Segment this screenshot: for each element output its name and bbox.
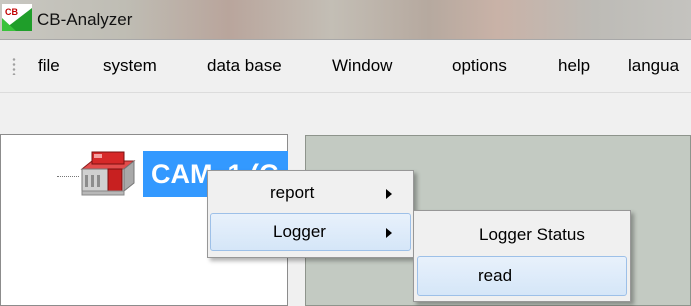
submenu-arrow-icon bbox=[386, 189, 392, 199]
controller-device-icon[interactable] bbox=[78, 149, 138, 197]
menu-data-base[interactable]: data base bbox=[207, 56, 282, 76]
title-bar[interactable]: CB CB-Analyzer bbox=[0, 0, 691, 40]
submenu-item-read[interactable]: read bbox=[417, 256, 627, 296]
context-menu-item-report[interactable]: report bbox=[210, 175, 411, 213]
menu-bar: file system data base Window options hel… bbox=[0, 41, 691, 93]
menu-language[interactable]: langua bbox=[628, 56, 679, 76]
tree-connector-line bbox=[57, 176, 79, 177]
context-menu-item-logger[interactable]: Logger bbox=[210, 213, 411, 251]
submenu-item-logger-status[interactable]: Logger Status bbox=[417, 217, 627, 255]
menu-system[interactable]: system bbox=[103, 56, 157, 76]
menu-file[interactable]: file bbox=[38, 56, 60, 76]
app-icon-text: CB bbox=[5, 7, 18, 17]
cb-analyzer-app-icon: CB bbox=[2, 4, 32, 31]
toolbar-area bbox=[0, 93, 691, 133]
menu-options[interactable]: options bbox=[452, 56, 507, 76]
submenu-arrow-icon bbox=[386, 228, 392, 238]
logger-label: Logger bbox=[273, 222, 326, 241]
logger-status-label: Logger Status bbox=[479, 225, 585, 244]
menubar-grip-handle[interactable] bbox=[12, 57, 16, 75]
menu-window[interactable]: Window bbox=[332, 56, 392, 76]
menu-help[interactable]: help bbox=[558, 56, 590, 76]
cb-analyzer-window: CB CB-Analyzer file system data base Win… bbox=[0, 0, 691, 306]
context-menu: report Logger bbox=[207, 170, 414, 258]
logger-submenu: Logger Status read bbox=[413, 210, 631, 302]
window-title: CB-Analyzer bbox=[37, 10, 133, 29]
read-label: read bbox=[478, 266, 513, 285]
report-label: report bbox=[270, 183, 315, 202]
